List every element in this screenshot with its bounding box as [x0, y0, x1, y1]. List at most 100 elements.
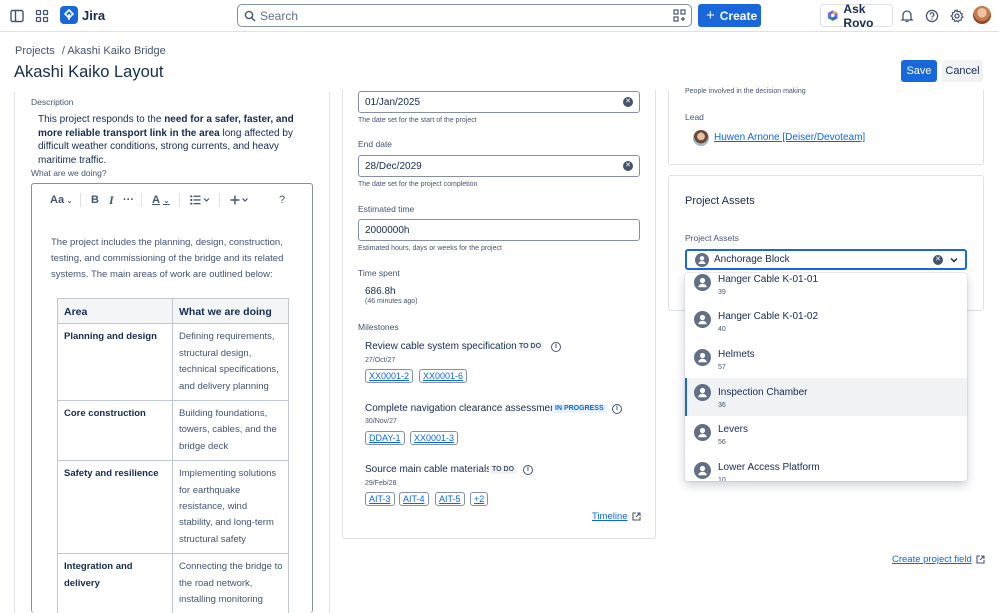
rovo-icon	[827, 10, 838, 21]
asset-object-icon	[695, 253, 709, 267]
dropdown-option[interactable]: Helmets 57	[685, 343, 967, 381]
create-project-field-link[interactable]: Create project field	[892, 554, 985, 565]
dropdown-option[interactable]: Hanger Cable K-01-02 40	[685, 305, 967, 343]
help-icon[interactable]	[923, 7, 941, 25]
create-button[interactable]: + Create	[698, 4, 761, 27]
app-switcher-icon[interactable]	[33, 7, 51, 25]
description-text[interactable]: This project responds to the need for a …	[38, 113, 313, 167]
info-icon[interactable]: i	[612, 404, 622, 414]
info-icon[interactable]: i	[551, 342, 561, 352]
toolbar-divider	[179, 193, 180, 207]
clear-icon[interactable]: ✕	[623, 161, 633, 171]
lead-label: Lead	[685, 112, 704, 122]
work-item-chip[interactable]: AIT-5	[435, 492, 465, 506]
project-assets-label: Project Assets	[685, 233, 739, 243]
text-style-button[interactable]: Aa ⌄	[50, 194, 73, 206]
user-avatar[interactable]	[973, 6, 991, 24]
table-cell-doing[interactable]: Building foundations, towers, cables, an…	[172, 400, 289, 462]
dropdown-option[interactable]: Hanger Cable K-01-01 39	[685, 273, 967, 306]
description-text-pre: This project responds to the	[38, 114, 165, 125]
table-row: Planning and design Defining requirement…	[57, 323, 289, 402]
work-item-chip[interactable]: +2	[470, 492, 489, 506]
editor-paragraph[interactable]: The project includes the planning, desig…	[51, 235, 296, 283]
status-badge: TO DO	[516, 342, 545, 351]
option-name: Hanger Cable K-01-01	[718, 274, 819, 285]
selected-asset: Anchorage Block	[714, 254, 790, 265]
notifications-bell-icon[interactable]	[898, 7, 916, 25]
italic-button[interactable]: I	[109, 193, 114, 208]
table-cell-doing[interactable]: Connecting the bridge to the road networ…	[172, 553, 289, 613]
table-cell-area[interactable]: Planning and design	[57, 323, 173, 402]
milestone-date: 27/Oct/27	[365, 357, 396, 364]
table-cell-area[interactable]: Integration and delivery	[57, 553, 173, 613]
jira-logo-icon[interactable]	[60, 6, 78, 24]
breadcrumb-projects[interactable]: Projects	[15, 45, 55, 57]
milestone-name[interactable]: Complete navigation clearance assessment	[365, 403, 558, 414]
info-icon[interactable]: i	[523, 465, 533, 475]
work-item-chip[interactable]: XX0001-2	[365, 369, 414, 383]
clear-icon[interactable]: ✕	[623, 97, 633, 107]
breadcrumb-project[interactable]: / Akashi Kaiko Bridge	[62, 45, 166, 57]
work-item-chip[interactable]: DDAY-1	[365, 431, 405, 445]
rich-text-editor[interactable]: Aa ⌄ B I ··· A ⌄ ? The project includes th…	[31, 183, 313, 613]
table-cell-area[interactable]: Safety and resilience	[57, 460, 173, 555]
settings-gear-icon[interactable]	[948, 7, 966, 25]
project-assets-select[interactable]: Anchorage Block ✕	[685, 249, 967, 270]
table-cell-area[interactable]: Core construction	[57, 400, 173, 462]
option-key: 40	[718, 326, 726, 333]
dropdown-option-highlighted[interactable]: Inspection Chamber 36	[685, 378, 967, 416]
estimated-time-field[interactable]: 2000000h	[358, 219, 640, 241]
dropdown-option[interactable]: Lower Access Platform 10	[685, 456, 967, 481]
dropdown-option[interactable]: Levers 56	[685, 418, 967, 456]
people-panel	[668, 90, 984, 165]
search-input[interactable]: Search	[237, 4, 692, 27]
save-button[interactable]: Save	[901, 60, 937, 82]
table-cell-doing[interactable]: Implementing solutions for earthquake re…	[172, 460, 289, 555]
chevron-down-icon: ⌄	[162, 196, 170, 205]
asset-object-icon	[694, 274, 711, 291]
work-item-chip[interactable]: XX0001-3	[410, 431, 459, 445]
time-spent-sub: (46 minutes ago)	[365, 298, 418, 305]
bold-button[interactable]: B	[91, 194, 99, 206]
end-date-field[interactable]: 28/Dec/2029 ✕	[358, 155, 640, 177]
sidebar-toggle-icon[interactable]	[8, 7, 26, 25]
cancel-button[interactable]: Cancel	[942, 60, 983, 82]
milestone-name[interactable]: Source main cable materials	[365, 464, 491, 475]
estimated-time-label: Estimated time	[358, 204, 415, 214]
filter-grid-icon[interactable]	[673, 9, 686, 22]
table-header-row: Area What we are doing	[57, 297, 289, 325]
work-item-chip[interactable]: AIT-4	[399, 492, 429, 506]
asset-object-icon	[694, 424, 711, 441]
asset-object-icon	[694, 384, 711, 401]
breadcrumb: Projects / Akashi Kaiko Bridge	[15, 45, 166, 57]
estimated-time-value: 2000000h	[365, 225, 410, 236]
app-name[interactable]: Jira	[82, 8, 105, 23]
lead-name-link[interactable]: Huwen Arnone [Deiser/Devoteam]	[714, 132, 865, 143]
what-label: What are we doing?	[31, 168, 107, 178]
status-badge: TO DO	[489, 465, 518, 474]
work-areas-table[interactable]: Area What we are doing Planning and desi…	[57, 297, 289, 613]
ask-rovo-button[interactable]: Ask Rovo	[820, 2, 893, 30]
toolbar-divider	[141, 193, 142, 207]
text-style-label: Aa	[50, 194, 65, 206]
option-name: Hanger Cable K-01-02	[718, 311, 819, 322]
clear-icon[interactable]: ✕	[933, 255, 943, 265]
milestone-name[interactable]: Review cable system specifications	[365, 341, 522, 352]
people-helper: People involved in the decision making	[685, 88, 806, 95]
list-button[interactable]	[190, 195, 212, 205]
editor-help-button[interactable]: ?	[279, 194, 285, 206]
text-color-button[interactable]: A ⌄	[152, 194, 170, 206]
create-project-field-label: Create project field	[892, 554, 972, 565]
insert-button[interactable]	[230, 195, 250, 205]
chevron-down-icon[interactable]	[949, 255, 959, 265]
work-item-chip[interactable]: XX0001-6	[419, 369, 468, 383]
option-key: 56	[718, 439, 726, 446]
timeline-link[interactable]: Timeline	[592, 511, 641, 522]
option-key: 57	[718, 364, 726, 371]
work-item-chip[interactable]: AIT-3	[365, 492, 395, 506]
more-formatting-button[interactable]: ···	[123, 194, 134, 206]
assets-dropdown-menu: Hanger Cable K-01-01 39 Hanger Cable K-0…	[685, 273, 967, 481]
table-cell-doing[interactable]: Defining requirements, structural design…	[172, 323, 289, 402]
status-badge: IN PROGRESS	[552, 404, 607, 413]
start-date-field[interactable]: 01/Jan/2025 ✕	[358, 91, 640, 113]
